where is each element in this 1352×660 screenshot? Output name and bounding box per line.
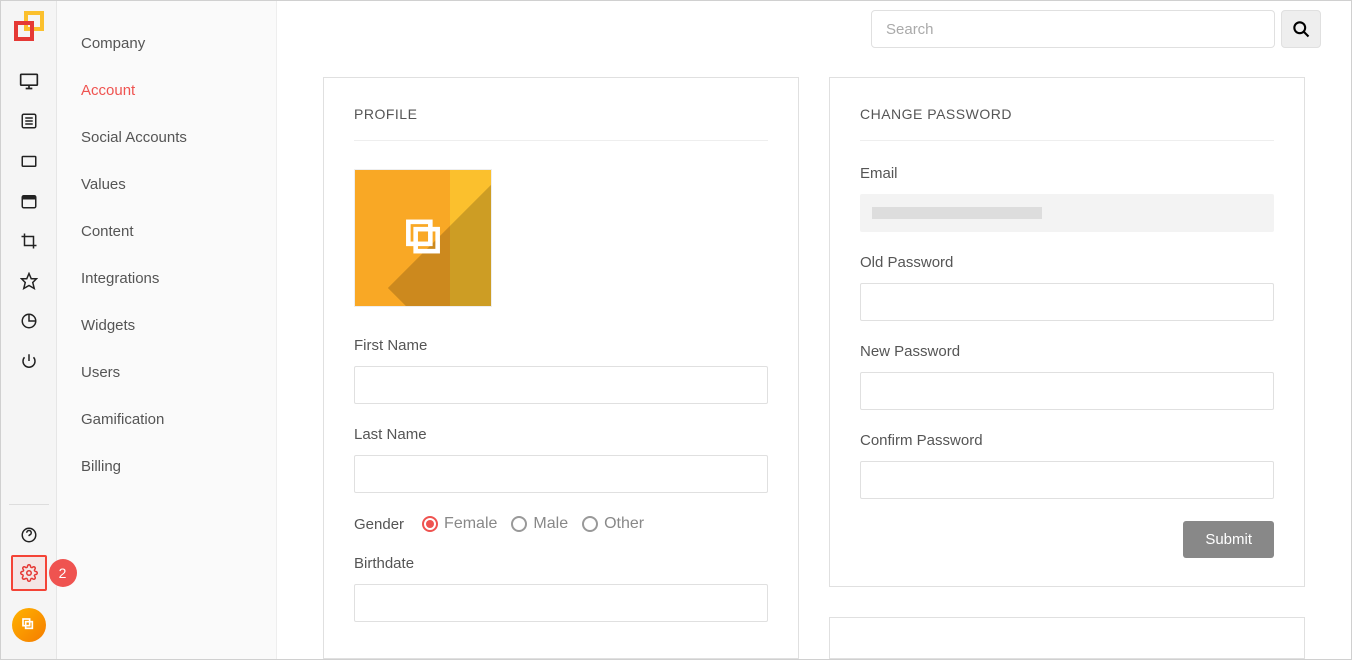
list-icon[interactable] <box>9 101 49 141</box>
gender-option-female[interactable]: Female <box>422 515 497 533</box>
monitor-icon[interactable] <box>9 61 49 101</box>
icon-rail: 2 <box>1 1 57 659</box>
profile-image-icon <box>401 215 445 262</box>
sidebar-item-integrations[interactable]: Integrations <box>57 260 276 297</box>
sidebar-item-content[interactable]: Content <box>57 213 276 250</box>
search-icon <box>1291 19 1311 39</box>
settings-nav[interactable]: 2 <box>11 555 47 591</box>
birthdate-input[interactable] <box>354 584 768 622</box>
email-field-wrap: Email <box>860 165 1274 232</box>
email-field <box>860 194 1274 232</box>
sidebar-item-users[interactable]: Users <box>57 354 276 391</box>
profile-image[interactable] <box>354 169 492 307</box>
new-password-label: New Password <box>860 343 1274 360</box>
old-password-field-wrap: Old Password <box>860 254 1274 321</box>
star-icon[interactable] <box>9 261 49 301</box>
sidebar-item-company[interactable]: Company <box>57 25 276 62</box>
step-badge: 2 <box>49 559 77 587</box>
help-icon[interactable] <box>9 515 49 555</box>
submit-row: Submit <box>860 521 1274 558</box>
right-column: CHANGE PASSWORD Email Old Password New P… <box>829 77 1305 659</box>
sidebar: Company Account Social Accounts Values C… <box>57 1 277 659</box>
old-password-input[interactable] <box>860 283 1274 321</box>
crop-icon[interactable] <box>9 221 49 261</box>
next-card-stub <box>829 617 1305 659</box>
app-root: 2 Company Account Social Accounts Values… <box>1 1 1351 659</box>
birthdate-label: Birthdate <box>354 555 768 572</box>
email-redacted-bar <box>872 207 1042 219</box>
gender-field: Gender Female Male Other <box>354 515 768 533</box>
rail-divider <box>9 504 49 505</box>
password-title: CHANGE PASSWORD <box>860 106 1274 141</box>
avatar[interactable] <box>9 605 49 645</box>
sidebar-item-widgets[interactable]: Widgets <box>57 307 276 344</box>
folder-icon[interactable] <box>9 141 49 181</box>
search-input[interactable] <box>871 10 1275 48</box>
gender-male-label: Male <box>533 515 568 533</box>
profile-title: PROFILE <box>354 106 768 141</box>
new-password-input[interactable] <box>860 372 1274 410</box>
first-name-field: First Name <box>354 337 768 404</box>
gender-other-label: Other <box>604 515 644 533</box>
gender-label: Gender <box>354 516 404 533</box>
calendar-icon[interactable] <box>9 181 49 221</box>
gender-female-label: Female <box>444 515 497 533</box>
confirm-password-input[interactable] <box>860 461 1274 499</box>
main: PROFILE First Name Last Name <box>277 1 1351 659</box>
last-name-label: Last Name <box>354 426 768 443</box>
profile-card: PROFILE First Name Last Name <box>323 77 799 659</box>
confirm-password-label: Confirm Password <box>860 432 1274 449</box>
gender-option-male[interactable]: Male <box>511 515 568 533</box>
power-icon[interactable] <box>9 341 49 381</box>
search-button[interactable] <box>1281 10 1321 48</box>
last-name-input[interactable] <box>354 455 768 493</box>
first-name-label: First Name <box>354 337 768 354</box>
gear-icon <box>11 555 47 591</box>
email-label: Email <box>860 165 1274 182</box>
submit-button[interactable]: Submit <box>1183 521 1274 558</box>
logo-icon[interactable] <box>14 11 44 41</box>
old-password-label: Old Password <box>860 254 1274 271</box>
sidebar-item-values[interactable]: Values <box>57 166 276 203</box>
new-password-field-wrap: New Password <box>860 343 1274 410</box>
birthdate-field: Birthdate <box>354 555 768 622</box>
first-name-input[interactable] <box>354 366 768 404</box>
gender-option-other[interactable]: Other <box>582 515 644 533</box>
last-name-field: Last Name <box>354 426 768 493</box>
confirm-password-field-wrap: Confirm Password <box>860 432 1274 499</box>
search <box>871 10 1321 48</box>
sidebar-item-billing[interactable]: Billing <box>57 448 276 485</box>
content: PROFILE First Name Last Name <box>277 57 1351 659</box>
topbar <box>277 1 1351 57</box>
password-card: CHANGE PASSWORD Email Old Password New P… <box>829 77 1305 587</box>
sidebar-item-social-accounts[interactable]: Social Accounts <box>57 119 276 156</box>
sidebar-item-account[interactable]: Account <box>57 72 276 109</box>
chart-icon[interactable] <box>9 301 49 341</box>
sidebar-item-gamification[interactable]: Gamification <box>57 401 276 438</box>
